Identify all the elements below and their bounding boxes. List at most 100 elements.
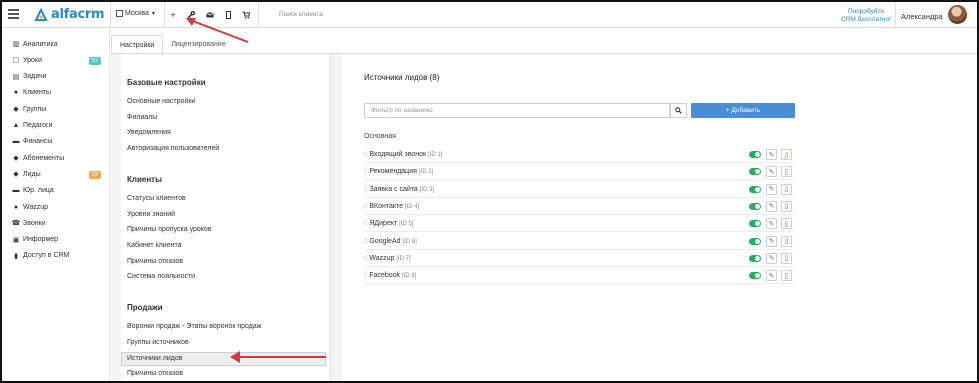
sidebar-item[interactable]: ▤ Задачи <box>12 73 47 81</box>
drag-handle-icon[interactable]: ⁞⁞ <box>364 239 367 245</box>
chevron-down-icon: ▼ <box>150 10 156 17</box>
sidebar-item[interactable]: ▥ Аналитика <box>12 40 58 49</box>
drag-handle-icon[interactable]: ⁞⁞ <box>364 187 367 193</box>
user-name[interactable]: Александра <box>901 12 943 21</box>
app-window: alfacrm Москва ▼ + Поиск клиента Попробу… <box>0 0 979 383</box>
avatar[interactable] <box>948 5 967 24</box>
edit-button[interactable]: ✎ <box>766 183 777 195</box>
pencil-icon: ✎ <box>768 186 775 194</box>
edit-button[interactable]: ✎ <box>766 200 777 212</box>
active-toggle[interactable] <box>749 168 761 176</box>
drag-handle-icon[interactable]: ⁞⁞ <box>364 256 367 262</box>
sidebar-item[interactable]: ▢ Уроки <box>12 56 42 65</box>
plus-icon[interactable]: + <box>167 9 179 21</box>
settings-link[interactable]: Кабинет клиента <box>127 242 181 249</box>
delete-button[interactable]: ▯ <box>781 200 792 212</box>
settings-link[interactable]: Основные настройки <box>127 98 195 105</box>
delete-button[interactable]: ▯ <box>781 218 792 230</box>
branch-selector[interactable]: Москва ▼ <box>116 10 156 17</box>
sidebar-item[interactable]: ▬ Финансы <box>12 138 53 146</box>
sidebar-item-label: Клиенты <box>23 89 52 97</box>
wrench-icon[interactable] <box>185 9 197 21</box>
filter-input[interactable]: Фильтр по названию <box>364 103 670 118</box>
edit-button[interactable]: ✎ <box>766 235 777 247</box>
settings-link[interactable]: Статусы клиентов <box>127 195 186 202</box>
drag-handle-icon[interactable]: ⁞⁞ <box>364 221 367 227</box>
tab-licensing[interactable]: Лицензирование <box>163 35 233 54</box>
branch-label: Москва <box>125 10 149 17</box>
logo[interactable]: alfacrm <box>34 7 105 22</box>
edit-button[interactable]: ✎ <box>766 166 777 178</box>
active-toggle[interactable] <box>749 254 761 262</box>
mail-icon[interactable] <box>204 9 216 21</box>
drag-handle-icon[interactable]: ⁞⁞ <box>364 204 367 210</box>
active-toggle[interactable] <box>749 220 761 228</box>
settings-link[interactable]: Причины пропуска уроков <box>127 226 212 233</box>
source-label: ЯДирект <box>369 220 398 228</box>
trash-icon: ▯ <box>784 203 789 211</box>
active-toggle[interactable] <box>749 151 761 158</box>
delete-button[interactable]: ▯ <box>781 183 792 195</box>
sidebar-item[interactable]: ● Wazzup <box>12 203 48 211</box>
edit-button[interactable]: ✎ <box>766 149 777 160</box>
active-toggle[interactable] <box>749 237 761 245</box>
settings-link[interactable]: Система лояльности <box>127 273 195 280</box>
table-row: ⁞⁞ Wazzup [ID 7] ✎ ▯ <box>364 251 795 267</box>
drag-handle-icon[interactable]: ⁞⁞ <box>364 273 367 279</box>
delete-button[interactable]: ▯ <box>781 270 792 282</box>
menu-icon[interactable] <box>8 9 19 19</box>
search-button[interactable] <box>670 103 687 118</box>
sidebar-item[interactable]: ▬ Юр. лица <box>12 187 54 195</box>
lead-source-name: ⁞⁞ ЯДирект [ID 5] <box>364 220 413 227</box>
delete-button[interactable]: ▯ <box>781 235 792 247</box>
tab-bar: Настройки Лицензирование <box>111 35 234 54</box>
sidebar-item-label: Аналитика <box>23 40 58 48</box>
edit-button[interactable]: ✎ <box>766 218 777 230</box>
table-row: ⁞⁞ Входящий звонок [ID 1] ✎ ▯ <box>364 147 795 163</box>
settings-link[interactable]: Источники лидов <box>121 352 326 366</box>
sidebar-item[interactable]: ◆ Лиды <box>12 170 40 179</box>
source-label: Wazzup <box>369 254 395 262</box>
add-button[interactable]: + Добавить <box>691 103 795 118</box>
delete-button[interactable]: ▯ <box>781 166 792 178</box>
tag-icon: ◆ <box>13 155 19 163</box>
settings-link[interactable]: Уровни знаний <box>127 211 175 218</box>
settings-link[interactable]: Причины отказов <box>127 258 183 265</box>
phone-icon: ☎ <box>11 220 21 228</box>
drag-handle-icon[interactable]: ⁞⁞ <box>364 169 367 175</box>
settings-link[interactable]: Группы источников <box>127 339 189 346</box>
cart-icon[interactable] <box>240 9 252 21</box>
table-row: ⁞⁞ Facebook [ID 8] ✎ ▯ <box>364 268 795 285</box>
section-title: Клиенты <box>127 175 162 184</box>
trash-icon: ▯ <box>784 272 789 280</box>
sidebar-item[interactable]: ▮ Доступ в CRM <box>12 252 69 260</box>
source-label: Заявка с сайта <box>369 185 418 193</box>
settings-link[interactable]: Филиалы <box>127 114 157 121</box>
settings-link[interactable]: Воронки продаж - Этапы воронок продаж <box>127 323 261 330</box>
active-toggle[interactable] <box>749 185 761 193</box>
delete-button[interactable]: ▯ <box>781 252 792 264</box>
sidebar-item-label: Wazzup <box>23 203 49 211</box>
sidebar-item[interactable]: ◆ Группы <box>12 105 46 114</box>
tab-settings[interactable]: Настройки <box>111 35 164 54</box>
settings-link[interactable]: Уведомления <box>127 129 171 136</box>
active-toggle[interactable] <box>749 272 761 280</box>
client-search-input[interactable]: Поиск клиента <box>279 11 323 18</box>
active-toggle[interactable] <box>749 202 761 210</box>
edit-button[interactable]: ✎ <box>766 252 777 264</box>
delete-button[interactable]: ▯ <box>781 149 792 160</box>
source-id: [ID 6] <box>402 238 417 245</box>
settings-link[interactable]: Причины отказов <box>127 370 183 377</box>
source-id: [ID 2] <box>418 169 434 176</box>
drag-handle-icon[interactable]: ⁞⁞ <box>364 152 367 158</box>
edit-button[interactable]: ✎ <box>766 270 777 282</box>
mobile-icon[interactable] <box>222 9 234 21</box>
sidebar-item[interactable]: ● Клиенты <box>12 89 51 97</box>
sidebar-item[interactable]: ◆ Абонементы <box>12 154 64 163</box>
sidebar-item[interactable]: ▲ Педагоги <box>12 122 53 130</box>
promo-link[interactable]: Попробуйте CRM бесплатно! <box>840 8 892 24</box>
settings-link[interactable]: Авторизация пользователей <box>127 145 219 152</box>
sidebar-item[interactable]: ▣ Информер <box>12 236 58 244</box>
sidebar-item[interactable]: ☎ Звонки <box>11 219 46 228</box>
count-badge: 22 <box>89 170 102 179</box>
